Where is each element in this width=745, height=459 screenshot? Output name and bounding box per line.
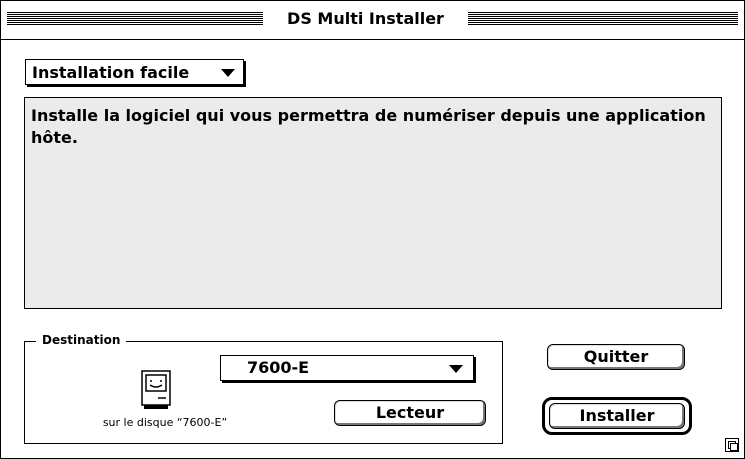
destination-disk-popup[interactable]: 7600-E: [220, 355, 474, 381]
popup-arrow-icon: [449, 365, 463, 373]
install-button[interactable]: Installer: [549, 403, 685, 429]
mac-computer-icon: [141, 370, 171, 409]
install-type-popup[interactable]: Installation facile: [25, 59, 244, 85]
description-text: Installe la logiciel qui vous permettra …: [31, 106, 706, 147]
window-title: DS Multi Installer: [263, 9, 468, 29]
title-bar[interactable]: DS Multi Installer: [1, 1, 744, 40]
description-box: Installe la logiciel qui vous permettra …: [24, 97, 722, 309]
install-type-label: Installation facile: [32, 63, 190, 82]
popup-arrow-icon: [221, 69, 235, 77]
destination-label: Destination: [36, 332, 127, 348]
title-stripes-left: [7, 12, 263, 25]
quit-button[interactable]: Quitter: [547, 344, 685, 370]
lecteur-button[interactable]: Lecteur: [334, 400, 486, 426]
disk-caption: sur le disque “7600-E”: [102, 416, 228, 429]
destination-disk-label: 7600-E: [247, 358, 310, 377]
resize-grow-icon[interactable]: [725, 438, 739, 452]
title-stripes-right: [468, 12, 738, 25]
